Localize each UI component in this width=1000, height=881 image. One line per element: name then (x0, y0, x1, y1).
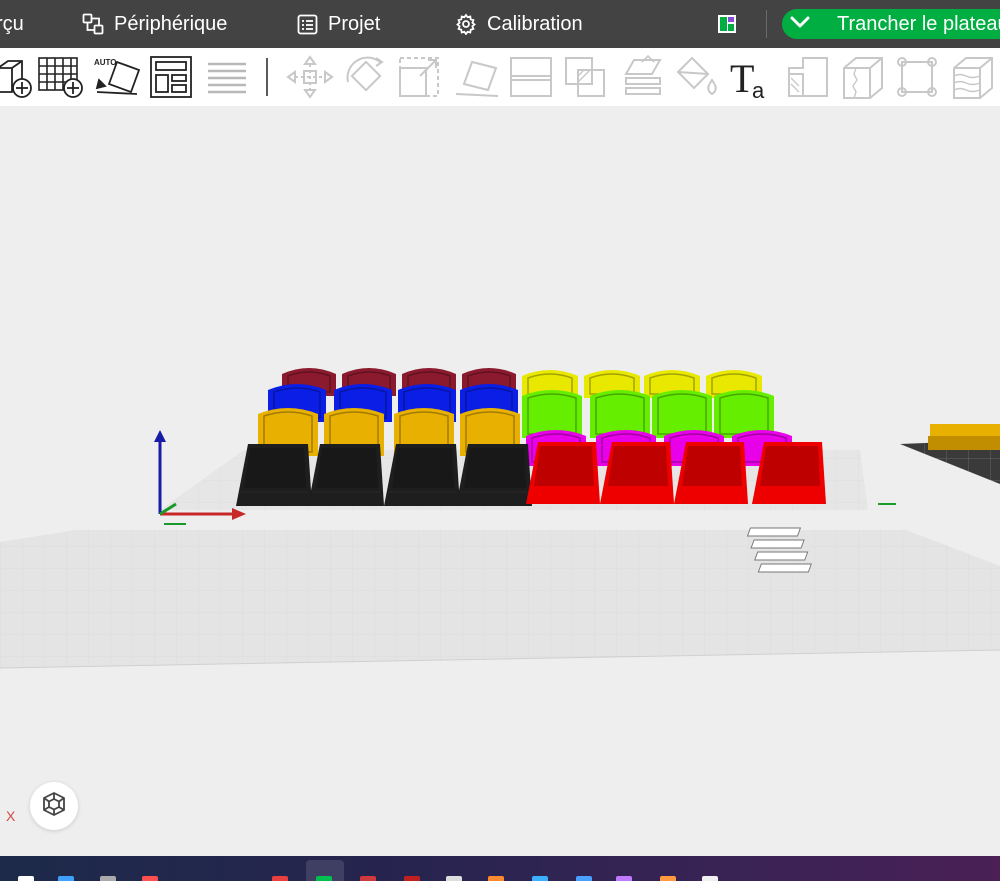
app-icon[interactable] (446, 876, 462, 881)
model-black[interactable] (456, 444, 532, 506)
toolbar-divider (266, 58, 268, 96)
add-object-icon (0, 54, 40, 100)
menu-separator (766, 10, 767, 38)
text-tool-small-letter: a (752, 78, 765, 100)
bambu-studio-window: rçu Périphérique (0, 0, 1000, 881)
tab-calibration[interactable]: Calibration (455, 0, 583, 48)
tab-device-label: Périphérique (114, 12, 228, 35)
arrange-tool[interactable] (148, 54, 196, 100)
lay-on-face-icon (452, 54, 500, 100)
color-paint-icon (672, 54, 720, 100)
app-icon[interactable] (532, 876, 548, 881)
main-toolbar: AUTO T a (0, 48, 1000, 106)
scale-icon (396, 54, 444, 100)
model-black[interactable] (236, 444, 312, 506)
variable-layer-icon (950, 54, 998, 100)
add-plate-icon (37, 54, 85, 100)
adjacent-plate[interactable] (900, 424, 1000, 484)
build-plate-2[interactable] (0, 530, 1000, 669)
text-tool[interactable]: T a (728, 54, 776, 100)
app-icon[interactable] (660, 876, 676, 881)
rotate-tool[interactable] (342, 54, 390, 100)
3d-viewport[interactable]: X (0, 106, 1000, 856)
text-tool-big-letter: T (730, 56, 754, 100)
slice-plate-button[interactable]: Trancher le plateau (818, 9, 1000, 39)
gear-icon (455, 13, 477, 35)
auto-orient-icon: AUTO (93, 54, 141, 100)
color-paint-tool[interactable] (672, 54, 720, 100)
text-icon: T a (728, 54, 776, 100)
lay-on-face-tool[interactable] (452, 54, 500, 100)
move-icon (286, 54, 334, 100)
search-icon[interactable] (58, 876, 74, 881)
auto-label: AUTO (94, 58, 117, 67)
models-group[interactable] (236, 368, 826, 506)
support-paint-tool[interactable] (618, 54, 666, 100)
multi-device-icon[interactable] (717, 14, 737, 39)
layers-tool[interactable] (204, 54, 252, 100)
tab-project[interactable]: Projet (297, 0, 380, 48)
fuzzy-skin-tool[interactable] (840, 54, 888, 100)
axis-x-label: X (6, 808, 16, 824)
scene-canvas[interactable] (0, 106, 1000, 856)
slice-plate-label: Trancher le plateau (837, 12, 1000, 35)
auto-orient-tool[interactable]: AUTO (93, 54, 141, 100)
rotate-icon (342, 54, 390, 100)
boolean-tool[interactable] (562, 54, 610, 100)
scale-tool[interactable] (396, 54, 444, 100)
seam-icon (785, 54, 833, 100)
cut-tool[interactable] (507, 54, 555, 100)
project-icon (297, 14, 318, 35)
start-icon[interactable] (18, 876, 34, 881)
tab-project-label: Projet (328, 12, 381, 35)
arrange-icon (148, 54, 196, 100)
model-black[interactable] (384, 444, 460, 506)
tab-preview[interactable]: rçu (0, 0, 24, 48)
app-icon[interactable] (616, 876, 632, 881)
chevron-down-icon (789, 15, 811, 34)
move-tool[interactable] (286, 54, 334, 100)
app-icon[interactable] (360, 876, 376, 881)
app-icon[interactable] (702, 876, 718, 881)
model-red[interactable] (674, 442, 748, 504)
model-black[interactable] (308, 444, 384, 506)
browser-icon[interactable] (142, 876, 158, 881)
seam-tool[interactable] (785, 54, 833, 100)
support-paint-icon (618, 54, 666, 100)
model-red[interactable] (600, 442, 674, 504)
app-icon[interactable] (576, 876, 592, 881)
top-menu-bar: rçu Périphérique (0, 0, 1000, 48)
app-icon[interactable] (488, 876, 504, 881)
view-cube-icon (39, 789, 69, 824)
boolean-icon (562, 54, 610, 100)
view-cube-button[interactable] (30, 782, 78, 830)
add-object-tool[interactable] (0, 54, 40, 100)
os-taskbar (0, 856, 1000, 881)
model-red[interactable] (752, 442, 826, 504)
add-plate-tool[interactable] (37, 54, 85, 100)
tab-preview-label: rçu (0, 12, 24, 35)
variable-layer-tool[interactable] (950, 54, 998, 100)
measure-icon (894, 54, 942, 100)
app-icon[interactable] (272, 876, 288, 881)
layers-icon (204, 54, 252, 100)
measure-tool[interactable] (894, 54, 942, 100)
app-icon[interactable] (404, 876, 420, 881)
slice-dropdown-button[interactable] (782, 9, 818, 39)
device-icon (82, 13, 104, 35)
tab-calibration-label: Calibration (487, 12, 583, 35)
fuzzy-skin-icon (840, 54, 888, 100)
files-icon[interactable] (100, 876, 116, 881)
tab-device[interactable]: Périphérique (82, 0, 227, 48)
bambu-studio-icon[interactable] (316, 876, 332, 881)
cut-icon (507, 54, 555, 100)
model-red[interactable] (526, 442, 600, 504)
